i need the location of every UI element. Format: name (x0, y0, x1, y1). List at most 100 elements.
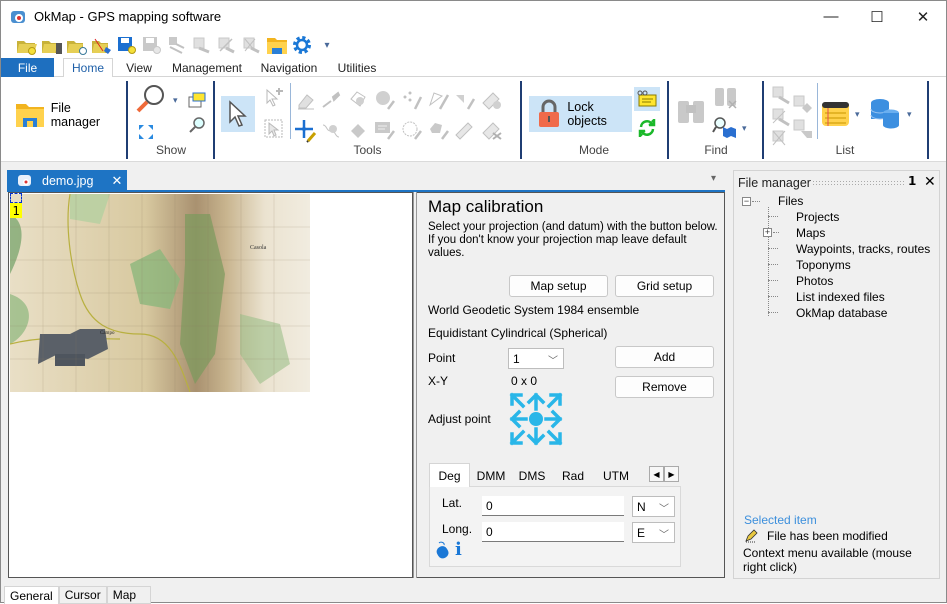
tab-file[interactable]: File (1, 58, 54, 77)
note-tool[interactable] (374, 119, 395, 140)
expand-icon[interactable]: + (763, 228, 772, 237)
tab-rad[interactable]: Rad (553, 465, 593, 486)
tree-item-photos[interactable]: Photos (796, 274, 833, 288)
eraser-tool[interactable] (296, 91, 316, 111)
tab-utm[interactable]: UTM (594, 465, 638, 486)
select-tool-button[interactable] (221, 96, 255, 132)
tab-dms[interactable]: DMS (512, 465, 552, 486)
node-edit-tool[interactable] (348, 89, 368, 109)
lat-input[interactable]: 0 (482, 496, 624, 516)
tab-view[interactable]: View (118, 58, 160, 77)
zoom-dropdown-arrow[interactable]: ▾ (173, 95, 178, 106)
delete-grid-icon[interactable] (216, 34, 238, 56)
draw-line-tool[interactable] (321, 91, 341, 111)
document-tab[interactable]: demo.jpg ✕ (7, 170, 127, 191)
tree-item-maps[interactable]: Maps (796, 226, 825, 240)
map-image[interactable]: Casola Campo (10, 194, 310, 392)
save-web-icon[interactable] (141, 34, 163, 56)
find-map-dropdown-arrow[interactable]: ▾ (742, 123, 747, 134)
edit-labels-toggle[interactable] (634, 87, 660, 111)
list-export-2[interactable] (771, 107, 791, 127)
tab-deg[interactable]: Deg (429, 463, 470, 487)
draw-points-tool[interactable] (401, 89, 423, 110)
add-select-tool[interactable] (264, 87, 284, 107)
mouse-coordinates-button[interactable] (435, 541, 451, 562)
adjust-point-control[interactable] (508, 391, 564, 447)
tab-navigation[interactable]: Navigation (255, 58, 323, 77)
tab-dmm[interactable]: DMM (471, 465, 511, 486)
tree-item-toponyms[interactable]: Toponyms (796, 258, 851, 272)
find-clear-button[interactable] (713, 86, 739, 110)
tab-cursor[interactable]: Cursor (58, 586, 107, 604)
long-hemisphere-select[interactable]: E ﹀ (632, 522, 675, 543)
list-database-button[interactable] (869, 97, 901, 129)
tree-item-okmap-database[interactable]: OkMap database (796, 306, 887, 320)
map-setup-button[interactable]: Map setup (509, 275, 608, 297)
list-export-1[interactable] (771, 85, 791, 105)
tab-management[interactable]: Management (167, 58, 247, 77)
measure-line-tool[interactable] (454, 119, 474, 140)
folder-icon[interactable] (266, 34, 288, 56)
open-web-icon[interactable] (66, 34, 88, 56)
list-import-1[interactable] (793, 95, 813, 115)
list-database-dropdown-arrow[interactable]: ▾ (907, 109, 912, 120)
close-panel-button[interactable]: ✕ (924, 173, 936, 190)
tree-item-projects[interactable]: Projects (796, 210, 839, 224)
rect-select-tool[interactable] (264, 119, 284, 139)
collapse-icon[interactable]: − (742, 197, 751, 206)
tab-general[interactable]: General (4, 586, 59, 604)
open-project-icon[interactable] (16, 34, 38, 56)
list-notes-button[interactable] (821, 99, 851, 129)
file-manager-button[interactable]: File manager (15, 101, 123, 129)
delete-measure-tool[interactable] (481, 119, 502, 140)
draw-area-tool[interactable] (428, 119, 449, 140)
list-notes-dropdown-arrow[interactable]: ▾ (855, 109, 860, 120)
point-select[interactable]: 1 ﹀ (508, 348, 564, 369)
close-button[interactable]: ✕ (900, 1, 946, 32)
panel-grip[interactable] (812, 180, 904, 186)
find-button[interactable] (676, 95, 706, 125)
find-map-button[interactable] (712, 115, 738, 139)
long-input[interactable]: 0 (482, 522, 624, 542)
tab-utilities[interactable]: Utilities (331, 58, 383, 77)
settings-gear-icon[interactable] (291, 34, 313, 56)
close-document-icon[interactable]: ✕ (111, 173, 122, 189)
open-device-icon[interactable] (41, 34, 63, 56)
tree-item-waypoints-tracks-routes[interactable]: Waypoints, tracks, routes (796, 242, 930, 256)
export-icon[interactable] (166, 34, 188, 56)
tab-scroll-right[interactable]: ▶ (664, 466, 679, 482)
list-import-2[interactable] (793, 119, 813, 139)
info-icon[interactable]: i (455, 541, 462, 559)
tab-scroll-left[interactable]: ◀ (649, 466, 664, 482)
map-view[interactable]: Casola Campo 1 (8, 192, 413, 578)
grid-setup-button[interactable]: Grid setup (615, 275, 714, 297)
customize-toolbar-button[interactable]: ▾ (316, 34, 338, 56)
tab-map[interactable]: Map (106, 586, 152, 604)
lock-objects-button[interactable]: Lock objects (529, 96, 632, 132)
remove-point-button[interactable]: Remove (615, 376, 714, 398)
waypoint-tool[interactable] (348, 121, 368, 141)
calibration-point-marker[interactable]: 1 (10, 203, 22, 218)
maximize-button[interactable]: ☐ (854, 1, 900, 32)
pin-panel-button[interactable]: 𝟭 (908, 174, 916, 188)
add-calibration-point-tool[interactable] (294, 119, 318, 143)
open-track-icon[interactable] (91, 34, 113, 56)
export-grid-icon[interactable] (191, 34, 213, 56)
tree-item-list-indexed-files[interactable]: List indexed files (796, 290, 885, 304)
draw-sector-tool[interactable] (454, 89, 476, 110)
lat-hemisphere-select[interactable]: N ﹀ (632, 496, 675, 517)
save-icon[interactable] (116, 34, 138, 56)
overview-window-button[interactable] (187, 91, 207, 111)
refresh-button[interactable] (638, 116, 658, 140)
zoom-window-button[interactable] (187, 115, 207, 135)
draw-polygon-tool[interactable] (428, 89, 450, 110)
tab-home[interactable]: Home (63, 58, 113, 78)
measure-tool[interactable] (481, 89, 501, 110)
document-list-dropdown[interactable]: ▾ (711, 173, 716, 184)
zoom-button[interactable] (135, 83, 167, 115)
zoom-extent-button[interactable] (137, 123, 157, 143)
add-point-button[interactable]: Add (615, 346, 714, 368)
edit-track-tool[interactable] (321, 119, 341, 139)
tree-item-files[interactable]: Files (778, 194, 803, 208)
minimize-button[interactable]: — (808, 1, 854, 32)
